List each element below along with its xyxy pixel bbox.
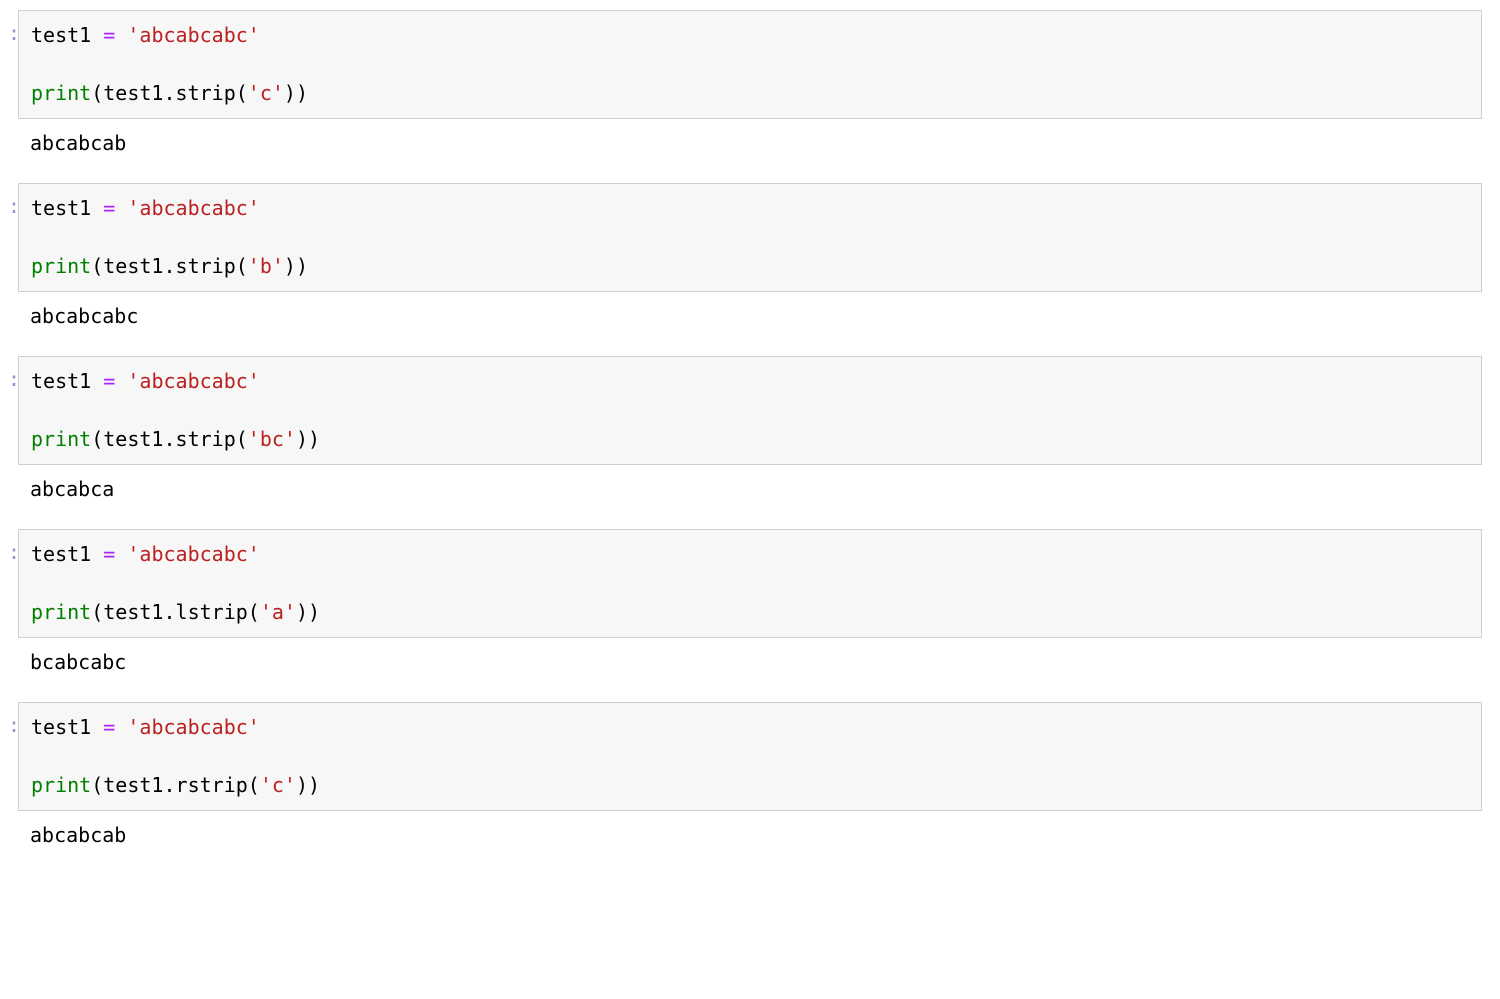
- code-input-cell[interactable]: :test1 = 'abcabcabc' print(test1.rstrip(…: [18, 702, 1482, 811]
- input-prompt-marker: :: [8, 21, 20, 45]
- cell-group: : test1 = 'abcabcabc' print(test1.rstrip(…: [0, 702, 1500, 855]
- output-text: bcabcabc: [30, 648, 1470, 676]
- input-prompt-marker: :: [8, 194, 20, 218]
- output-text: abcabca: [30, 475, 1470, 503]
- output-cell: abcabcab: [18, 129, 1482, 163]
- notebook-container: : test1 = 'abcabcabc' print(test1.strip('…: [0, 0, 1500, 905]
- code-content: test1 = 'abcabcabc' print(test1.strip('b…: [31, 367, 1469, 454]
- output-cell: abcabcabc: [18, 302, 1482, 336]
- code-input-cell[interactable]: :test1 = 'abcabcabc' print(test1.strip('…: [18, 183, 1482, 292]
- cell-group: : test1 = 'abcabcabc' print(test1.lstrip(…: [0, 529, 1500, 682]
- input-prompt-marker: :: [8, 367, 20, 391]
- input-prompt-marker: :: [8, 540, 20, 564]
- code-input-cell[interactable]: :test1 = 'abcabcabc' print(test1.strip('…: [18, 356, 1482, 465]
- code-content: test1 = 'abcabcabc' print(test1.rstrip('…: [31, 713, 1469, 800]
- code-content: test1 = 'abcabcabc' print(test1.lstrip('…: [31, 540, 1469, 627]
- output-text: abcabcabc: [30, 302, 1470, 330]
- cell-group: : test1 = 'abcabcabc' print(test1.strip('…: [0, 183, 1500, 336]
- output-cell: abcabca: [18, 475, 1482, 509]
- cell-group: : test1 = 'abcabcabc' print(test1.strip('…: [0, 10, 1500, 163]
- code-input-cell[interactable]: :test1 = 'abcabcabc' print(test1.strip('…: [18, 10, 1482, 119]
- code-content: test1 = 'abcabcabc' print(test1.strip('b…: [31, 194, 1469, 281]
- output-text: abcabcab: [30, 821, 1470, 849]
- output-cell: abcabcab: [18, 821, 1482, 855]
- cell-group: : test1 = 'abcabcabc' print(test1.strip('…: [0, 356, 1500, 509]
- code-content: test1 = 'abcabcabc' print(test1.strip('c…: [31, 21, 1469, 108]
- output-text: abcabcab: [30, 129, 1470, 157]
- input-prompt-marker: :: [8, 713, 20, 737]
- output-cell: bcabcabc: [18, 648, 1482, 682]
- code-input-cell[interactable]: :test1 = 'abcabcabc' print(test1.lstrip(…: [18, 529, 1482, 638]
